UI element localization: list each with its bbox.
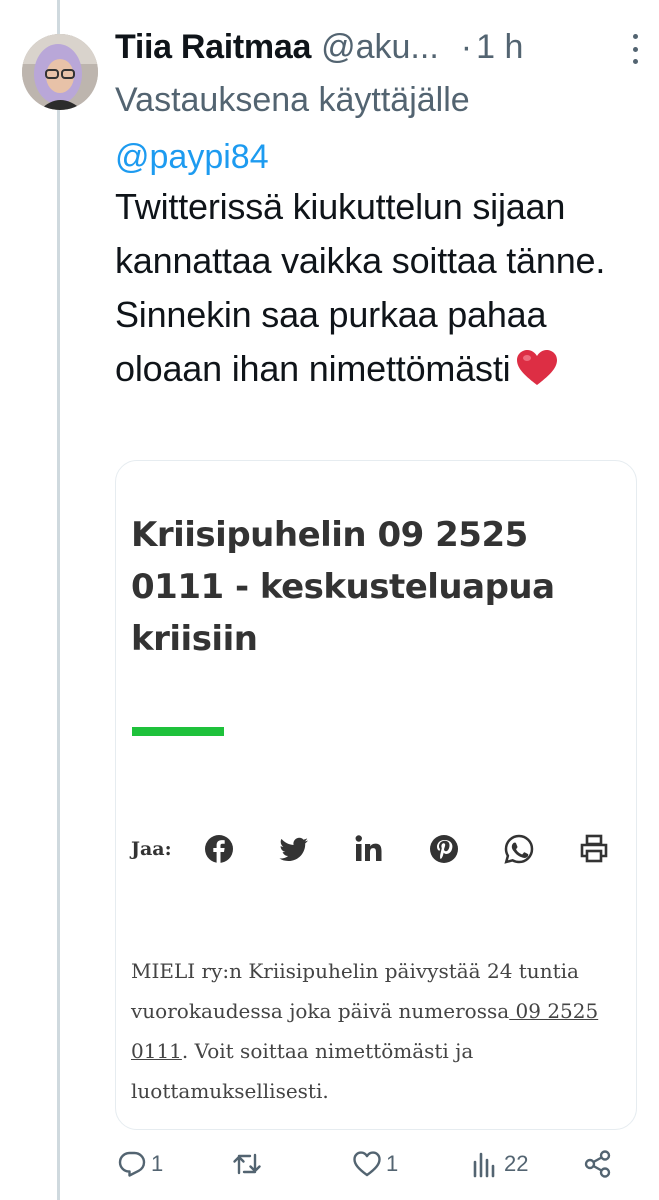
link-preview-card[interactable]: Kriisipuhelin 09 2525 0111 - keskustelua… [115,460,637,1130]
like-count: 1 [386,1151,399,1176]
views-count: 22 [504,1151,529,1176]
separator-dot: · [460,27,473,66]
more-options-icon[interactable] [629,34,641,64]
print-icon[interactable] [579,834,609,864]
card-description: MIELI ry:n Kriisipuhelin päivystää 24 tu… [131,951,601,1111]
tweet-actions: 1 1 22 [115,1145,645,1185]
author-handle[interactable]: @aku... [321,28,439,67]
reply-button[interactable]: 1 [117,1149,163,1179]
card-title: Kriisipuhelin 09 2525 0111 - keskustelua… [131,515,555,659]
share-row: Jaa: [131,827,621,871]
reply-mention[interactable]: @paypi84 [115,138,269,176]
share-button[interactable] [583,1149,613,1179]
reply-icon [118,1151,146,1177]
tweet-text: Twitterissä kiukuttelun sijaan kannattaa… [115,180,645,396]
whatsapp-icon[interactable] [504,834,534,864]
share-label: Jaa: [131,838,172,860]
tweet-header: Tiia Raitmaa @aku... · 1 h [115,22,639,72]
reply-prefix: Vastauksena käyttäjälle [115,81,470,119]
card-body-text-end: . Voit soittaa nimettömästi ja luottamuk… [131,1039,474,1103]
linkedin-icon[interactable] [354,834,384,864]
red-heart-icon [517,350,558,385]
reply-count: 1 [151,1151,164,1176]
reply-context: Vastauksena käyttäjälle @paypi84 [115,72,535,186]
share-icon [584,1150,611,1178]
avatar-image [22,34,98,110]
heart-icon [353,1151,381,1177]
views-icon [473,1152,495,1178]
avatar[interactable] [22,34,98,110]
thread-line [57,0,60,1200]
like-button[interactable]: 1 [352,1149,398,1179]
retweet-icon [233,1153,261,1175]
author-name[interactable]: Tiia Raitmaa [115,28,311,67]
pinterest-icon[interactable] [429,834,459,864]
twitter-icon[interactable] [279,834,309,864]
facebook-icon[interactable] [204,834,234,864]
views-button[interactable]: 22 [470,1149,528,1179]
accent-bar [132,727,224,736]
timestamp[interactable]: 1 h [476,28,523,67]
retweet-button[interactable] [232,1149,266,1179]
